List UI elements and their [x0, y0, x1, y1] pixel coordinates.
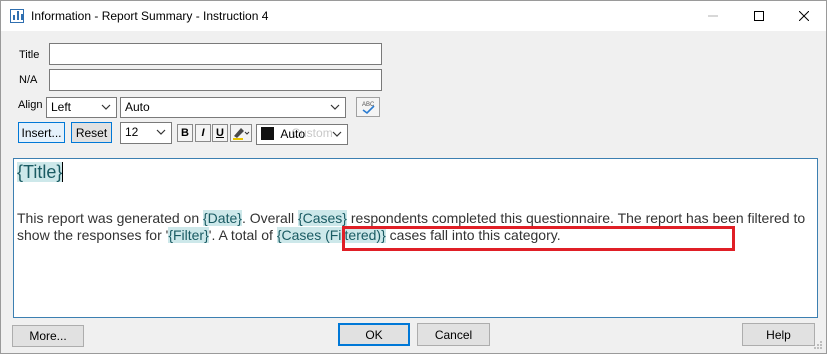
- maximize-button[interactable]: [736, 1, 782, 31]
- spell-check-icon: ABC: [362, 102, 375, 115]
- font-size-value: 12: [125, 125, 139, 139]
- editor-title-line: {Title}: [17, 162, 64, 183]
- minimize-icon: [708, 15, 718, 17]
- window-title: Information - Report Summary - Instructi…: [31, 9, 269, 23]
- title-input[interactable]: [49, 43, 382, 65]
- reset-button[interactable]: Reset: [71, 122, 112, 143]
- ok-button[interactable]: OK: [338, 323, 410, 346]
- align-select[interactable]: Left: [46, 97, 117, 118]
- rich-text-editor[interactable]: {Title} This report was generated on {Da…: [13, 158, 818, 318]
- cancel-button[interactable]: Cancel: [417, 323, 490, 346]
- vertical-align-select[interactable]: Auto: [120, 97, 346, 118]
- chevron-down-icon: [156, 129, 166, 135]
- align-label: Align: [18, 99, 43, 111]
- close-icon: [799, 11, 809, 21]
- bar-chart-icon: [10, 9, 24, 23]
- filter-field-token[interactable]: {Filter}: [168, 227, 209, 243]
- chevron-down-icon: [332, 131, 342, 137]
- chevron-down-icon: [101, 104, 111, 110]
- insert-button[interactable]: Insert...: [18, 122, 65, 143]
- align-value: Left: [51, 100, 72, 114]
- vertical-align-value: Auto: [125, 100, 150, 114]
- na-input[interactable]: [49, 69, 382, 91]
- dialog-window: Information - Report Summary - Instructi…: [0, 0, 827, 354]
- cases-field-token[interactable]: {Cases}: [297, 210, 347, 226]
- cases-filtered-field-token[interactable]: {Cases (Filtered)}: [276, 227, 386, 243]
- text-color-select[interactable]: Custom Auto: [256, 124, 348, 145]
- minimize-button[interactable]: [690, 1, 736, 31]
- color-value: Auto: [280, 127, 306, 141]
- italic-button[interactable]: I: [195, 124, 211, 142]
- bold-button[interactable]: B: [177, 124, 193, 142]
- color-swatch: [261, 127, 274, 140]
- date-field-token[interactable]: {Date}: [203, 210, 242, 226]
- title-label: Title: [19, 49, 40, 61]
- na-label: N/A: [19, 74, 38, 86]
- more-button[interactable]: More...: [12, 325, 84, 347]
- close-button[interactable]: [781, 1, 827, 31]
- editor-paragraph: This report was generated on {Date}. Ove…: [17, 210, 806, 243]
- highlight-color-button[interactable]: [230, 124, 252, 142]
- spell-check-button[interactable]: ABC: [356, 97, 380, 117]
- help-button[interactable]: Help: [742, 323, 815, 346]
- font-size-select[interactable]: 12: [120, 122, 172, 144]
- title-bar[interactable]: Information - Report Summary - Instructi…: [1, 1, 826, 31]
- maximize-icon: [754, 11, 764, 21]
- resize-grip-icon[interactable]: [813, 340, 823, 350]
- text-cursor: [62, 162, 64, 182]
- highlighter-icon: [233, 128, 250, 140]
- underline-button[interactable]: U: [212, 124, 228, 142]
- title-field-token[interactable]: {Title}: [17, 162, 63, 182]
- chevron-down-icon: [330, 104, 340, 110]
